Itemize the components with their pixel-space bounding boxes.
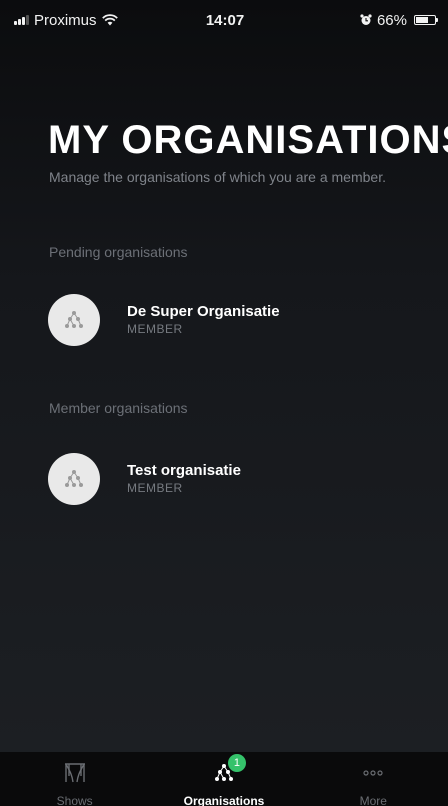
organisation-icon: [65, 311, 83, 328]
org-role: MEMBER: [127, 322, 183, 336]
status-bar: Proximus 14:07 66%: [0, 0, 448, 40]
org-avatar: [48, 294, 100, 346]
pending-org-item[interactable]: De Super Organisatie MEMBER: [48, 294, 408, 346]
wifi-icon: [101, 14, 118, 26]
status-right: 66%: [296, 11, 438, 29]
org-role: MEMBER: [127, 481, 183, 495]
signal-icon: [14, 15, 29, 25]
org-text: Test organisatie MEMBER: [127, 462, 241, 496]
screen: Proximus 14:07 66% MY ORGANISATIONS Mana…: [0, 0, 448, 806]
tab-icon-container: [362, 760, 384, 786]
tab-shows[interactable]: Shows: [0, 752, 149, 806]
curtains-icon: [64, 763, 85, 783]
tab-more[interactable]: More: [299, 752, 448, 806]
member-org-item[interactable]: Test organisatie MEMBER: [48, 453, 408, 505]
org-text: De Super Organisatie MEMBER: [127, 303, 280, 337]
carrier-name: Proximus: [34, 11, 97, 29]
org-name: De Super Organisatie: [127, 303, 280, 320]
status-left: Proximus: [14, 12, 154, 29]
battery-fill: [416, 17, 428, 23]
status-time: 14:07: [205, 11, 245, 29]
tab-label-organisations: Organisations: [183, 794, 265, 806]
more-dots-icon: [363, 770, 383, 776]
notification-badge: 1: [227, 754, 246, 772]
battery-icon: [414, 15, 438, 25]
organisation-icon: [65, 470, 83, 487]
tab-label-more: More: [359, 794, 387, 806]
alarm-icon: [360, 14, 372, 25]
org-avatar: [48, 453, 100, 505]
tab-icon-container: 1: [214, 754, 246, 786]
section-label-pending: Pending organisations: [49, 244, 188, 260]
battery-percentage: 66%: [376, 11, 407, 29]
tab-label-shows: Shows: [56, 794, 93, 806]
tab-icon-container: [64, 760, 86, 786]
tab-organisations[interactable]: 1 Organisations: [149, 752, 298, 806]
org-name: Test organisatie: [127, 462, 241, 479]
tab-bar: Shows 1 Organisations More: [0, 752, 448, 806]
page-subtitle: Manage the organisations of which you ar…: [49, 169, 386, 185]
section-label-member: Member organisations: [49, 400, 188, 416]
page-title: MY ORGANISATIONS: [48, 118, 448, 162]
